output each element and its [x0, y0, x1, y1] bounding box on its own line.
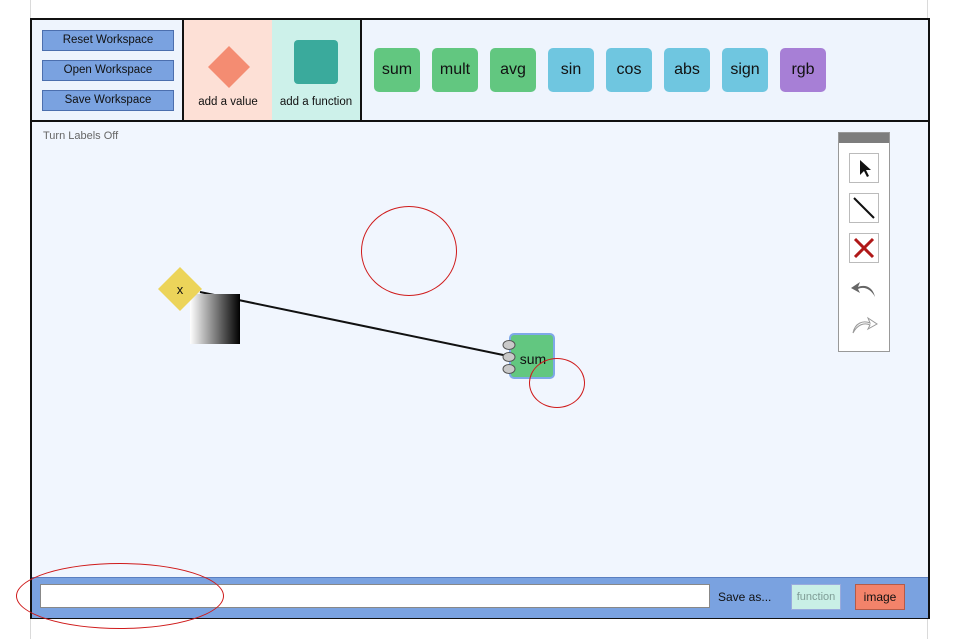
tool-panel-handle[interactable] — [839, 133, 889, 143]
redo-icon[interactable] — [849, 309, 879, 339]
input-port[interactable] — [502, 352, 516, 362]
function-button-sin[interactable]: sin — [548, 48, 594, 92]
graph-layer: x sum — [158, 267, 555, 379]
value-node-label: x — [177, 282, 184, 297]
mathematical-imagery-app: Reset Workspace Open Workspace Save Work… — [30, 18, 930, 619]
input-port[interactable] — [502, 364, 516, 374]
function-node-sum[interactable]: sum — [502, 333, 555, 379]
save-image-button[interactable]: image — [855, 584, 905, 610]
line-icon[interactable] — [849, 193, 879, 223]
function-button-mult[interactable]: mult — [432, 48, 478, 92]
connection-edge — [199, 291, 509, 357]
reset-workspace-button[interactable]: Reset Workspace — [42, 30, 174, 51]
function-node-label: sum — [520, 351, 546, 367]
add-function-tile[interactable]: add a function — [272, 20, 362, 120]
top-toolbar: Reset Workspace Open Workspace Save Work… — [32, 20, 928, 122]
value-preview-image — [190, 294, 240, 344]
input-port[interactable] — [502, 340, 516, 350]
function-button-sign[interactable]: sign — [722, 48, 768, 92]
function-button-avg[interactable]: avg — [490, 48, 536, 92]
tool-panel — [838, 132, 890, 352]
open-workspace-button[interactable]: Open Workspace — [42, 60, 174, 81]
add-value-label: add a value — [198, 96, 258, 108]
pointer-icon[interactable] — [849, 153, 879, 183]
function-square-icon — [294, 40, 338, 84]
add-function-label: add a function — [279, 96, 353, 108]
bottom-save-bar: Save as... function image — [32, 577, 928, 618]
save-function-button[interactable]: function — [791, 584, 841, 610]
delete-icon[interactable] — [849, 233, 879, 263]
filename-input[interactable] — [40, 584, 710, 608]
save-workspace-button[interactable]: Save Workspace — [42, 90, 174, 111]
add-value-tile[interactable]: add a value — [182, 20, 274, 120]
workspace-canvas[interactable]: Turn Labels Off x sum — [32, 122, 928, 577]
undo-icon[interactable] — [849, 273, 879, 303]
function-button-abs[interactable]: abs — [664, 48, 710, 92]
save-as-label[interactable]: Save as... — [718, 590, 771, 604]
function-button-sum[interactable]: sum — [374, 48, 420, 92]
value-diamond-icon — [208, 46, 250, 88]
function-button-cos[interactable]: cos — [606, 48, 652, 92]
function-button-rgb[interactable]: rgb — [780, 48, 826, 92]
